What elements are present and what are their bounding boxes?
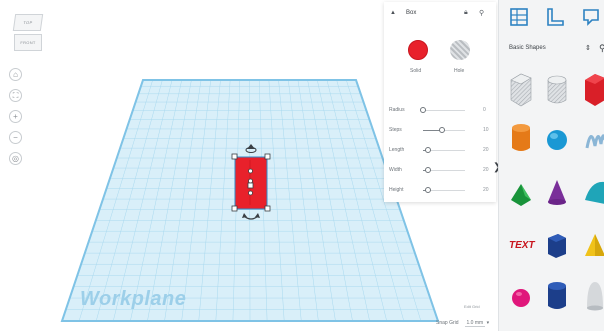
inspector-title: Box xyxy=(406,10,417,16)
shape-half-sphere-icon[interactable] xyxy=(512,289,530,307)
param-label: Height xyxy=(389,187,404,193)
param-value[interactable]: 10 xyxy=(483,127,489,133)
solid-color-button[interactable] xyxy=(408,40,428,60)
ruler-icon[interactable] xyxy=(545,7,565,27)
shape-category-select[interactable]: Basic Shapes ⇕ ⚲ xyxy=(509,43,604,56)
grid-view-icon[interactable] xyxy=(509,7,529,27)
param-slider-knob[interactable] xyxy=(420,107,426,113)
shape-category-label: Basic Shapes xyxy=(509,45,546,51)
param-height[interactable]: Height 20 xyxy=(389,186,493,196)
notes-icon[interactable] xyxy=(581,7,601,27)
select-arrows-icon[interactable]: ⇕ xyxy=(585,44,591,52)
collapse-icon[interactable]: ▲ xyxy=(390,10,396,16)
shape-box-icon[interactable] xyxy=(585,74,604,106)
search-icon[interactable]: ⚲ xyxy=(599,43,604,54)
shape-text-icon[interactable]: TEXT xyxy=(509,240,535,251)
param-value[interactable]: 20 xyxy=(483,167,489,173)
svg-text:TEXT: TEXT xyxy=(509,240,535,251)
inspector-header: ▲ Box 🔒︎ ⚲ xyxy=(384,2,496,26)
param-label: Length xyxy=(389,147,405,153)
param-label: Radius xyxy=(389,107,405,113)
snap-grid-select[interactable]: 1.0 mm xyxy=(464,320,486,327)
view-cube[interactable]: TOP FRONT xyxy=(12,14,44,54)
param-value[interactable]: 20 xyxy=(483,187,489,193)
param-label: Width xyxy=(389,167,402,173)
shape-cube-prism-icon[interactable] xyxy=(548,234,566,258)
chevron-down-icon[interactable]: ▾ xyxy=(485,320,490,326)
shape-inspector: ▲ Box 🔒︎ ⚲ Solid Hole Radius 0 Steps 10 Leng… xyxy=(384,2,496,202)
fit-view-button[interactable]: ⛶ xyxy=(9,89,22,102)
param-radius[interactable]: Radius 0 xyxy=(389,106,493,116)
snap-grid-label: Snap Grid xyxy=(436,320,459,326)
snap-grid[interactable]: Snap Grid 1.0 mm ▾ xyxy=(436,320,490,327)
hole-label: Hole xyxy=(454,68,465,74)
view-cube-front[interactable]: FRONT xyxy=(14,34,42,51)
shape-scribble-icon[interactable] xyxy=(585,134,604,149)
box-shape[interactable] xyxy=(231,153,271,212)
shape-round-roof-icon[interactable] xyxy=(585,181,604,204)
param-slider-knob[interactable] xyxy=(425,167,432,173)
param-slider-knob[interactable] xyxy=(438,127,445,133)
view-controls: ⌂ ⛶ + − ◎ xyxy=(9,68,23,173)
param-slider-knob[interactable] xyxy=(425,147,432,153)
param-value[interactable]: 20 xyxy=(483,147,489,153)
param-width[interactable]: Width 20 xyxy=(389,166,493,176)
visibility-icon[interactable]: ⚲ xyxy=(479,9,484,17)
lock-icon[interactable]: 🔒︎ xyxy=(464,9,468,17)
shape-roof-icon[interactable] xyxy=(511,184,531,206)
hole-button[interactable] xyxy=(450,40,470,60)
param-steps[interactable]: Steps 10 xyxy=(389,126,493,136)
ortho-view-button[interactable]: ◎ xyxy=(9,152,22,165)
zoom-in-button[interactable]: + xyxy=(9,110,22,123)
param-slider-knob[interactable] xyxy=(425,187,432,193)
param-value[interactable]: 0 xyxy=(483,107,486,113)
panel-tabs xyxy=(499,0,604,36)
shape-cylinder-icon[interactable] xyxy=(512,124,530,151)
shape-cylinder-hole-icon[interactable] xyxy=(547,75,567,104)
param-label: Steps xyxy=(389,127,402,133)
param-length[interactable]: Length 20 xyxy=(389,146,493,156)
solid-label: Solid xyxy=(410,68,422,74)
shape-cone-icon[interactable] xyxy=(548,180,566,205)
shape-polygon-icon[interactable] xyxy=(548,282,566,309)
home-view-button[interactable]: ⌂ xyxy=(9,68,22,81)
shapes-grid: TEXT xyxy=(509,73,604,311)
workplane-label: Workplane xyxy=(80,288,187,310)
zoom-out-button[interactable]: − xyxy=(9,131,22,144)
edit-grid-button[interactable]: Edit Grid xyxy=(464,304,480,309)
shapes-panel: Basic Shapes ⇕ ⚲ TEXT xyxy=(498,0,604,331)
shape-pyramid-icon[interactable] xyxy=(585,234,604,256)
shape-paraboloid-icon[interactable] xyxy=(587,282,603,311)
shape-box-hole-icon[interactable] xyxy=(510,73,532,107)
view-cube-top[interactable]: TOP xyxy=(12,14,44,31)
param-slider-track[interactable] xyxy=(423,110,465,111)
shape-sphere-icon[interactable] xyxy=(547,130,567,150)
